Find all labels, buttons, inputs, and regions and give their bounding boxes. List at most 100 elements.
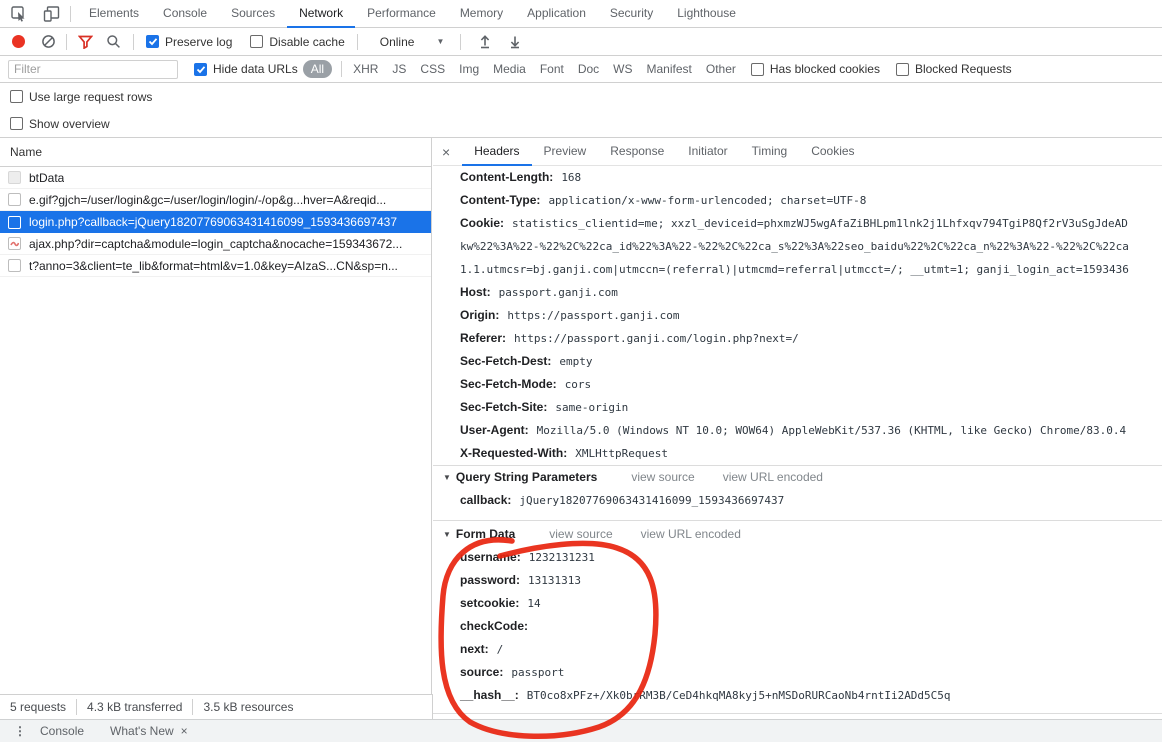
param-value: 14 <box>527 597 541 610</box>
divider <box>70 5 71 22</box>
tab-headers[interactable]: Headers <box>462 138 531 166</box>
export-har-button[interactable] <box>507 34 523 50</box>
param-line: next: / <box>433 638 1162 661</box>
tab-performance[interactable]: Performance <box>355 0 448 28</box>
import-har-button[interactable] <box>477 34 493 50</box>
use-large-request-rows-checkbox[interactable] <box>10 90 23 103</box>
filter-type-other[interactable]: Other <box>699 62 743 76</box>
tab-lighthouse[interactable]: Lighthouse <box>665 0 748 28</box>
blocked-requests-label[interactable]: Blocked Requests <box>915 62 1012 76</box>
tab-sources[interactable]: Sources <box>219 0 287 28</box>
tab-initiator[interactable]: Initiator <box>676 138 739 166</box>
tab-network[interactable]: Network <box>287 0 355 28</box>
has-blocked-cookies-label[interactable]: Has blocked cookies <box>770 62 880 76</box>
view-source-link[interactable]: view source <box>549 523 612 546</box>
tab-elements[interactable]: Elements <box>77 0 151 28</box>
filter-type-js[interactable]: JS <box>385 62 413 76</box>
disable-cache-label[interactable]: Disable cache <box>269 35 344 49</box>
throttling-value: Online <box>379 34 415 49</box>
tab-security[interactable]: Security <box>598 0 665 28</box>
preserve-log-label[interactable]: Preserve log <box>165 35 232 49</box>
image-file-icon <box>8 237 21 250</box>
param-line: callback: jQuery18207769063431416099_1593… <box>433 489 1162 512</box>
tab-cookies[interactable]: Cookies <box>799 138 866 166</box>
inspect-cursor-icon <box>10 5 28 22</box>
view-url-encoded-link[interactable]: view URL encoded <box>723 466 823 489</box>
filter-type-media[interactable]: Media <box>486 62 533 76</box>
use-large-request-rows-label[interactable]: Use large request rows <box>29 90 152 104</box>
request-row-tanno[interactable]: t?anno=3&client=te_lib&format=html&v=1.0… <box>0 255 431 277</box>
filter-toggle-button[interactable] <box>77 34 93 50</box>
header-line: Content-Type: application/x-www-form-urle… <box>433 189 1162 212</box>
filter-type-doc[interactable]: Doc <box>571 62 606 76</box>
filter-type-all[interactable]: All <box>302 60 333 78</box>
tab-application[interactable]: Application <box>515 0 598 28</box>
tab-timing[interactable]: Timing <box>740 138 800 166</box>
request-row-ajax-captcha[interactable]: ajax.php?dir=captcha&module=login_captch… <box>0 233 431 255</box>
request-name: login.php?callback=jQuery182077690634314… <box>29 215 397 229</box>
header-line: Cookie: statistics_clientid=me; xxzl_devi… <box>433 212 1162 235</box>
header-name: X-Requested-With: <box>460 446 568 460</box>
disclosure-triangle-icon[interactable]: ▼ <box>443 466 451 489</box>
request-name: e.gif?gjch=/user/login&gc=/user/login/lo… <box>29 192 387 207</box>
request-row-login-selected[interactable]: login.php?callback=jQuery182077690634314… <box>0 211 431 233</box>
param-line: __hash__: BT0co8xPFz+/Xk0brRM3B/CeD4hkqMA… <box>433 684 1162 707</box>
header-value: empty <box>559 355 593 368</box>
record-network-log-icon[interactable] <box>12 35 25 48</box>
form-data-section: ▼ Form Data view source view URL encoded… <box>433 520 1162 714</box>
header-value: kw%22%3A%22-%22%2C%22ca_id%22%3A%22-%22%… <box>460 240 1129 253</box>
tab-preview[interactable]: Preview <box>532 138 599 166</box>
network-summary-bar: 5 requests 4.3 kB transferred 3.5 kB res… <box>0 694 433 719</box>
show-overview-option-row: Show overview <box>0 110 1162 138</box>
arrow-down-icon <box>508 34 522 49</box>
filter-type-ws[interactable]: WS <box>606 62 639 76</box>
header-value: cors <box>564 378 592 391</box>
disclosure-triangle-icon[interactable]: ▼ <box>443 523 451 546</box>
network-filter-bar: Hide data URLs All XHR JS CSS Img Media … <box>0 56 1162 83</box>
filter-type-xhr[interactable]: XHR <box>346 62 385 76</box>
throttling-dropdown[interactable]: Online ▼ <box>380 35 445 49</box>
section-title[interactable]: Query String Parameters <box>456 466 597 489</box>
request-row-egif[interactable]: e.gif?gjch=/user/login&gc=/user/login/lo… <box>0 189 431 211</box>
view-source-link[interactable]: view source <box>631 466 694 489</box>
close-icon[interactable]: × <box>433 144 462 160</box>
overflow-menu-icon[interactable]: ⋮ <box>14 724 26 738</box>
name-column-header[interactable]: Name <box>0 138 431 167</box>
filter-type-css[interactable]: CSS <box>413 62 452 76</box>
drawer-tab-whats-new[interactable]: What's New × <box>110 724 188 738</box>
header-value: statistics_clientid=me; xxzl_deviceid=ph… <box>512 217 1128 230</box>
show-overview-checkbox[interactable] <box>10 117 23 130</box>
drawer-tab-console[interactable]: Console <box>40 724 84 738</box>
param-name: password: <box>460 573 521 587</box>
inspect-element-button[interactable] <box>6 2 32 26</box>
header-value: passport.ganji.com <box>498 286 618 299</box>
show-overview-label[interactable]: Show overview <box>29 117 110 131</box>
blocked-requests-checkbox[interactable] <box>895 62 909 76</box>
disable-cache-checkbox[interactable] <box>250 35 264 48</box>
header-line: Content-Length: 168 <box>433 166 1162 189</box>
param-line: username: 1232131231 <box>433 546 1162 569</box>
tab-response[interactable]: Response <box>598 138 676 166</box>
search-button[interactable] <box>105 34 121 50</box>
funnel-icon <box>77 35 93 49</box>
tab-memory[interactable]: Memory <box>448 0 515 28</box>
request-row-btdata[interactable]: btData <box>0 167 431 189</box>
has-blocked-cookies-checkbox[interactable] <box>750 62 764 76</box>
tab-console[interactable]: Console <box>151 0 219 28</box>
filter-type-font[interactable]: Font <box>533 62 571 76</box>
filter-type-img[interactable]: Img <box>452 62 486 76</box>
header-value: 168 <box>561 171 582 184</box>
header-name: Sec-Fetch-Site: <box>460 400 548 414</box>
preserve-log-checkbox[interactable] <box>146 35 159 48</box>
hide-data-urls-checkbox[interactable] <box>194 62 207 76</box>
device-toolbar-button[interactable] <box>38 2 64 26</box>
clear-network-log-button[interactable] <box>40 34 56 50</box>
close-icon[interactable]: × <box>181 724 188 738</box>
hide-data-urls-label[interactable]: Hide data URLs <box>213 62 298 76</box>
filter-input[interactable] <box>8 59 178 79</box>
view-url-encoded-link[interactable]: view URL encoded <box>641 523 741 546</box>
filter-type-manifest[interactable]: Manifest <box>640 62 699 76</box>
header-value: same-origin <box>555 401 629 414</box>
section-title[interactable]: Form Data <box>456 523 515 546</box>
divider <box>76 699 78 715</box>
